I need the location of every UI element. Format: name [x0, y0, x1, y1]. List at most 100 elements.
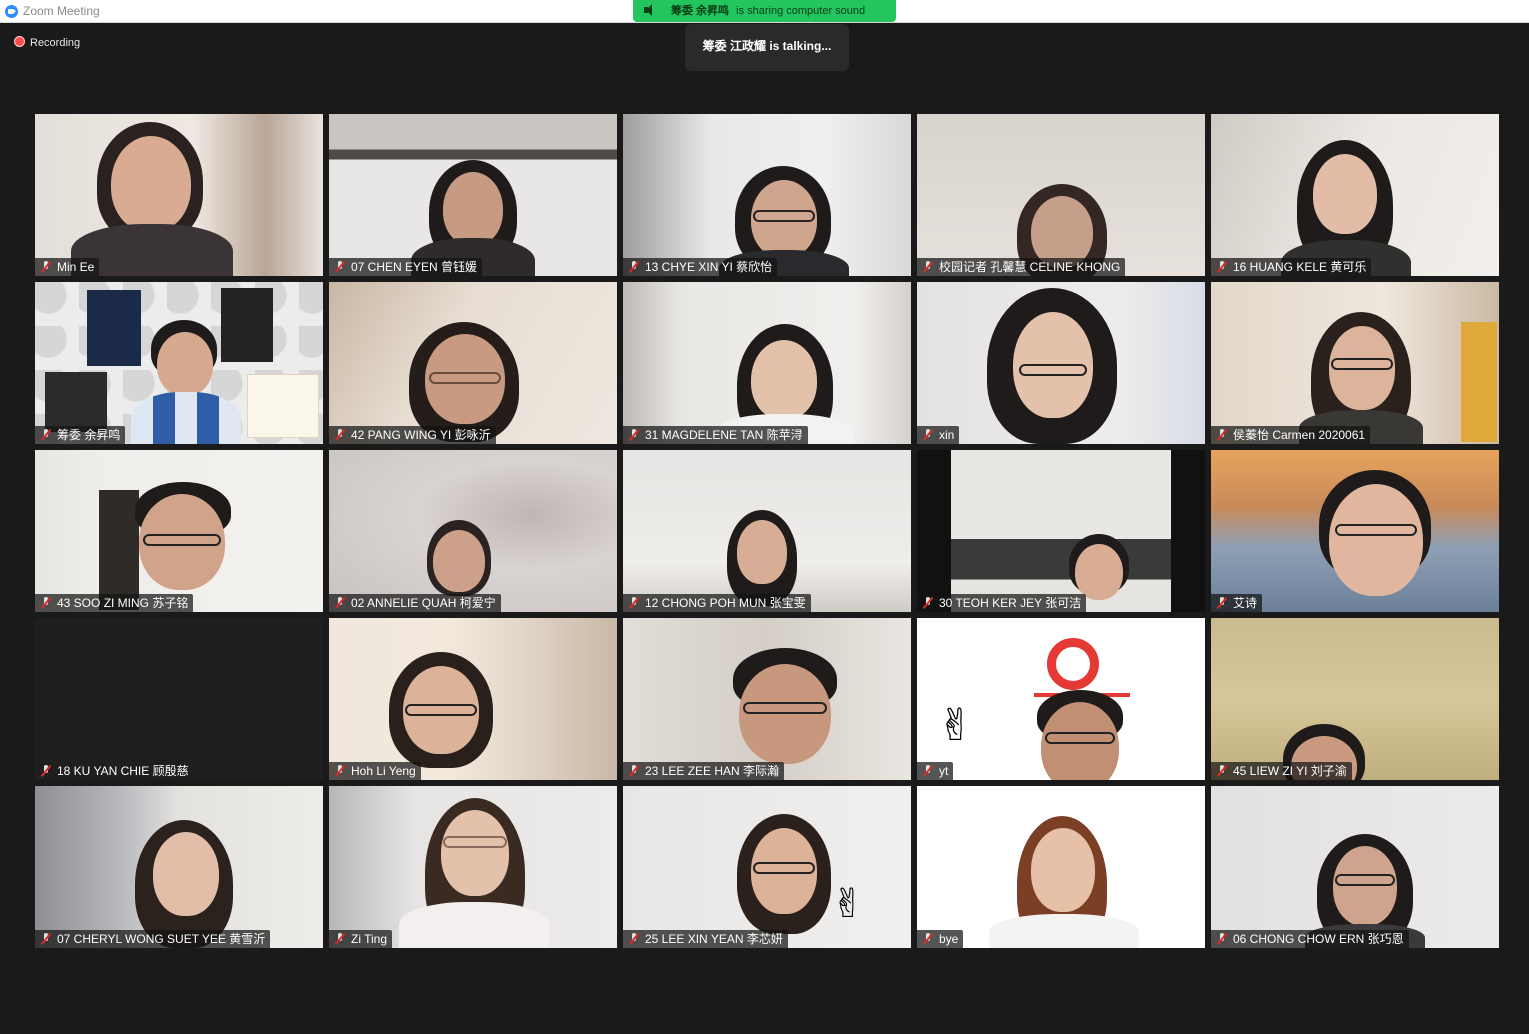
- mic-muted-icon: [628, 597, 640, 609]
- book-poster: [247, 374, 319, 438]
- video-tile[interactable]: 43 SOO ZI MING 苏子铭: [35, 450, 323, 612]
- mic-muted-icon: [1216, 765, 1228, 777]
- video-tile[interactable]: 42 PANG WING YI 彭咏沂: [329, 282, 617, 444]
- participant-body: [131, 392, 241, 444]
- mic-muted-icon: [40, 765, 52, 777]
- participant-nameplate: Min Ee: [35, 258, 100, 276]
- window-title: Zoom Meeting: [23, 4, 100, 18]
- participant-name: 12 CHONG POH MUN 张宝雯: [645, 596, 806, 610]
- video-background: [951, 450, 1171, 612]
- video-tile[interactable]: ✌ yt: [917, 618, 1205, 780]
- video-tile[interactable]: ✌ 25 LEE XIN YEAN 李芯妍: [623, 786, 911, 948]
- participant-nameplate: 校园记者 孔馨慧 CELINE KHONG: [917, 258, 1126, 276]
- mic-muted-icon: [40, 261, 52, 273]
- participant-name: 30 TEOH KER JEY 张可洁: [939, 596, 1082, 610]
- video-tile[interactable]: 12 CHONG POH MUN 张宝雯: [623, 450, 911, 612]
- video-tile[interactable]: Min Ee: [35, 114, 323, 276]
- participant-nameplate: 23 LEE ZEE HAN 李际瀚: [623, 762, 785, 780]
- zoom-app-icon: [5, 5, 18, 18]
- participant-face: [443, 172, 503, 246]
- participant-name: 艾诗: [1233, 596, 1258, 610]
- video-tile[interactable]: 校园记者 孔馨慧 CELINE KHONG: [917, 114, 1205, 276]
- video-tile[interactable]: 18 KU YAN CHIE 顾殷慈: [35, 618, 323, 780]
- participant-nameplate: Zi Ting: [329, 930, 393, 948]
- peace-hand-icon: ✌: [831, 882, 865, 926]
- participant-nameplate: 16 HUANG KELE 黄可乐: [1211, 258, 1372, 276]
- participant-name: 31 MAGDELENE TAN 陈苹浔: [645, 428, 803, 442]
- participant-name: 校园记者 孔馨慧 CELINE KHONG: [939, 260, 1121, 274]
- mic-muted-icon: [628, 933, 640, 945]
- participant-nameplate: 07 CHEN EYEN 曾钰媛: [329, 258, 483, 276]
- recording-indicator[interactable]: Recording: [14, 36, 80, 49]
- mic-muted-icon: [628, 765, 640, 777]
- bookshelf: [99, 490, 139, 610]
- sharing-sound-banner[interactable]: 筹委 余昇鸣 is sharing computer sound: [633, 0, 896, 22]
- video-tile[interactable]: 02 ANNELIE QUAH 柯爱宁: [329, 450, 617, 612]
- mic-muted-icon: [922, 933, 934, 945]
- video-tile[interactable]: 16 HUANG KELE 黄可乐: [1211, 114, 1499, 276]
- participant-name: xin: [939, 428, 955, 442]
- participant-glasses: [1331, 358, 1393, 370]
- participant-glasses: [753, 862, 815, 874]
- participant-face: [153, 832, 219, 916]
- participant-nameplate: Hoh Li Yeng: [329, 762, 421, 780]
- club-logo-icon: [1034, 638, 1130, 697]
- video-tile[interactable]: Hoh Li Yeng: [329, 618, 617, 780]
- participant-face: [157, 332, 213, 396]
- video-tile[interactable]: 07 CHEN EYEN 曾钰媛: [329, 114, 617, 276]
- recording-label: Recording: [30, 37, 81, 49]
- participant-body: [989, 914, 1139, 948]
- gallery-grid: Min Ee 07 CHEN EYEN 曾钰媛 13 CHYE XIN YI 蔡…: [35, 114, 1499, 948]
- participant-name: 23 LEE ZEE HAN 李际瀚: [645, 764, 780, 778]
- talking-text: 筹委 江政耀 is talking...: [702, 39, 832, 53]
- mic-muted-icon: [334, 933, 346, 945]
- participant-face: [751, 340, 817, 420]
- mic-muted-icon: [40, 429, 52, 441]
- participant-nameplate: 06 CHONG CHOW ERN 张巧恩: [1211, 930, 1409, 948]
- video-tile[interactable]: Zi Ting: [329, 786, 617, 948]
- participant-nameplate: xin: [917, 426, 960, 444]
- participant-glasses: [753, 210, 815, 222]
- video-tile[interactable]: 艾诗: [1211, 450, 1499, 612]
- peace-hand-icon: ✌: [937, 701, 974, 750]
- participant-face: [433, 530, 485, 592]
- video-tile[interactable]: 45 LIEW ZI YI 刘子渝: [1211, 618, 1499, 780]
- participant-face: [1333, 846, 1397, 926]
- participant-glasses: [1019, 364, 1087, 376]
- sharing-message: is sharing computer sound: [736, 5, 866, 17]
- participant-name: 18 KU YAN CHIE 顾殷慈: [57, 764, 189, 778]
- participant-glasses: [743, 702, 827, 714]
- participant-name: 13 CHYE XIN YI 蔡欣怡: [645, 260, 773, 274]
- active-speaker-toast: 筹委 江政耀 is talking...: [685, 24, 849, 71]
- participant-name: 侯蓁怡 Carmen 2020061: [1233, 428, 1366, 442]
- participant-nameplate: yt: [917, 762, 954, 780]
- participant-nameplate: 07 CHERYL WONG SUET YEE 黄雪沂: [35, 930, 271, 948]
- speaker-icon: [644, 4, 652, 16]
- participant-name: 25 LEE XIN YEAN 李芯妍: [645, 932, 783, 946]
- participant-nameplate: 12 CHONG POH MUN 张宝雯: [623, 594, 811, 612]
- participant-face: [1329, 484, 1423, 596]
- mic-muted-icon: [628, 429, 640, 441]
- video-tile[interactable]: 31 MAGDELENE TAN 陈苹浔: [623, 282, 911, 444]
- participant-nameplate: 艾诗: [1211, 594, 1263, 612]
- participant-nameplate: 侯蓁怡 Carmen 2020061: [1211, 426, 1371, 444]
- participant-face: [737, 520, 787, 584]
- record-icon: [14, 36, 25, 47]
- video-tile[interactable]: 30 TEOH KER JEY 张可洁: [917, 450, 1205, 612]
- participant-name: 06 CHONG CHOW ERN 张巧恩: [1233, 932, 1404, 946]
- video-tile[interactable]: 06 CHONG CHOW ERN 张巧恩: [1211, 786, 1499, 948]
- video-tile[interactable]: bye: [917, 786, 1205, 948]
- participant-name: Zi Ting: [351, 932, 388, 946]
- video-tile[interactable]: 侯蓁怡 Carmen 2020061: [1211, 282, 1499, 444]
- mic-muted-icon: [40, 933, 52, 945]
- participant-glasses: [1045, 732, 1115, 744]
- mic-muted-icon: [334, 429, 346, 441]
- video-tile[interactable]: 筹委 余昇鸣: [35, 282, 323, 444]
- mic-muted-icon: [628, 261, 640, 273]
- video-tile[interactable]: 23 LEE ZEE HAN 李际瀚: [623, 618, 911, 780]
- video-tile[interactable]: 07 CHERYL WONG SUET YEE 黄雪沂: [35, 786, 323, 948]
- video-tile[interactable]: xin: [917, 282, 1205, 444]
- book-poster: [221, 288, 273, 362]
- participant-name: 42 PANG WING YI 彭咏沂: [351, 428, 491, 442]
- video-tile[interactable]: 13 CHYE XIN YI 蔡欣怡: [623, 114, 911, 276]
